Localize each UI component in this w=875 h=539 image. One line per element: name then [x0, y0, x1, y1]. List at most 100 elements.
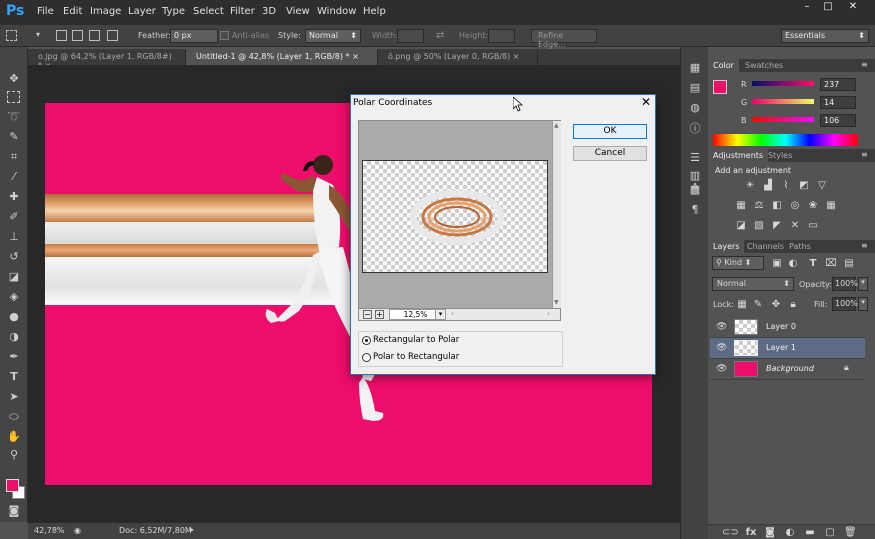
layer-kind-filter[interactable]: ⚲ Kind ⬍ — [712, 256, 764, 270]
rectangular-to-polar-radio[interactable] — [362, 336, 371, 345]
intersect-selection-icon[interactable] — [107, 30, 118, 41]
character-panel-icon[interactable]: A — [689, 182, 701, 194]
layer-mask-icon[interactable]: ◙ — [764, 527, 776, 539]
preview-vertical-scrollbar[interactable]: ▲ ▼ — [552, 121, 561, 308]
posterize-icon[interactable]: ▧ — [753, 220, 765, 232]
r-slider[interactable] — [752, 81, 814, 86]
menu-type[interactable]: Type — [162, 6, 185, 17]
threshold-icon[interactable]: ◤ — [771, 220, 783, 232]
zoom-tool-icon[interactable]: ⚲ — [5, 447, 23, 463]
close-icon[interactable]: ✕ — [638, 95, 654, 111]
invert-icon[interactable]: ◪ — [735, 220, 747, 232]
filter-pixel-icon[interactable]: ▣ — [771, 258, 783, 270]
chevron-down-icon[interactable]: ▾ — [435, 309, 446, 320]
new-layer-icon[interactable]: ▢ — [824, 527, 836, 539]
blend-mode-select[interactable]: Normal ⬍ — [712, 277, 794, 291]
foreground-color-swatch[interactable] — [6, 479, 19, 492]
info-panel-icon[interactable]: ⓘ — [689, 123, 701, 135]
delete-layer-icon[interactable]: 🗑︎ — [844, 527, 857, 539]
style-select[interactable]: Normal ⬍ — [305, 29, 361, 43]
fill-input[interactable]: 100% — [832, 297, 858, 311]
scroll-right-icon[interactable]: › — [547, 309, 550, 318]
tab-channels[interactable]: Channels — [742, 240, 789, 253]
levels-icon[interactable]: ▟ — [762, 180, 774, 192]
hand-tool-icon[interactable]: ✋ — [5, 429, 23, 445]
layer-style-icon[interactable]: fx — [745, 527, 757, 539]
filter-adjustment-icon[interactable]: ◐ — [787, 258, 799, 270]
tab-adjustments[interactable]: Adjustments — [708, 149, 769, 162]
width-input[interactable] — [397, 29, 424, 43]
color-fg-swatch[interactable] — [713, 80, 727, 94]
layer-name[interactable]: Layer 0 — [766, 322, 796, 331]
adjust-panel-icon[interactable]: ☰ — [689, 152, 701, 164]
menu-view[interactable]: View — [286, 6, 310, 17]
subtract-selection-icon[interactable] — [89, 30, 100, 41]
blur-tool-icon[interactable]: ● — [5, 309, 23, 325]
close-window-button[interactable]: ✕ — [843, 1, 863, 15]
feather-input[interactable]: 0 px — [170, 29, 218, 43]
chevron-down-icon[interactable]: ▾ — [36, 30, 40, 39]
close-tab-icon[interactable]: × — [352, 52, 359, 61]
close-tab-icon[interactable]: × — [513, 52, 520, 61]
filter-type-icon[interactable]: T — [807, 258, 819, 270]
gradient-map-icon[interactable]: ▭ — [807, 220, 819, 232]
status-menu-icon[interactable]: ▸ — [190, 525, 194, 534]
brightness-icon[interactable]: ☀ — [744, 180, 756, 192]
eyedropper-tool-icon[interactable]: ⁄ — [5, 169, 23, 185]
scroll-up-icon[interactable]: ▲ — [554, 122, 559, 129]
layer-row-layer-0[interactable]: 👁︎ Layer 0 — [710, 317, 865, 338]
lock-position-icon[interactable]: ✥ — [770, 299, 782, 311]
b-slider[interactable] — [752, 117, 814, 122]
tab-styles[interactable]: Styles — [763, 149, 797, 162]
layer-row-background[interactable]: 👁︎ Background 🔒︎ — [710, 359, 865, 380]
menu-filter[interactable]: Filter — [230, 6, 255, 17]
polar-to-rectangular-label[interactable]: Polar to Rectangular — [373, 352, 459, 362]
lock-transparency-icon[interactable]: ▦ — [736, 299, 748, 311]
menu-layer[interactable]: Layer — [128, 6, 156, 17]
filter-smart-icon[interactable]: ▤ — [843, 258, 855, 270]
vibrance-icon[interactable]: ▽ — [816, 180, 828, 192]
crop-tool-icon[interactable]: ⌗ — [5, 149, 23, 165]
swap-icon[interactable]: ⇄ — [436, 30, 444, 41]
navigator-icon[interactable]: ◍ — [689, 102, 701, 114]
menu-file[interactable]: File — [37, 6, 54, 17]
selective-color-icon[interactable]: ✕ — [789, 220, 801, 232]
tab-o-png[interactable]: ô.png @ 50% (Layer 0, RGB/8) × — [378, 49, 538, 65]
layer-name[interactable]: Layer 1 — [766, 343, 796, 352]
polar-to-rectangular-radio[interactable] — [362, 353, 371, 362]
tab-untitled-1[interactable]: Untitled-1 @ 42,8% (Layer 1, RGB/8) * × — [186, 49, 378, 65]
menu-window[interactable]: Window — [317, 6, 356, 17]
eye-icon[interactable]: 👁︎ — [716, 343, 727, 353]
new-adjustment-icon[interactable]: ◐ — [784, 527, 796, 539]
menu-image[interactable]: Image — [90, 6, 121, 17]
quick-mask-icon[interactable]: ◙ — [5, 503, 23, 519]
rectangular-to-polar-label[interactable]: Rectangular to Polar — [373, 335, 459, 345]
ok-button[interactable]: OK — [573, 124, 647, 139]
path-select-icon[interactable]: ➤ — [5, 389, 23, 405]
lock-all-icon[interactable]: 🔒︎ — [787, 299, 799, 311]
scroll-down-icon[interactable]: ▼ — [554, 299, 559, 306]
minimize-button[interactable]: – — [797, 1, 817, 15]
zoom-level[interactable]: 42,78% — [34, 526, 65, 535]
hue-saturation-icon[interactable]: ▦ — [735, 200, 747, 212]
info-icon[interactable]: ◉ — [74, 526, 81, 535]
chevron-down-icon[interactable]: ▾ — [858, 277, 868, 291]
panel-menu-icon[interactable]: ≡ — [861, 150, 868, 159]
menu-select[interactable]: Select — [193, 6, 224, 17]
dodge-tool-icon[interactable]: ◑ — [5, 329, 23, 345]
link-layers-icon[interactable]: ⊂⊃ — [722, 527, 739, 539]
lasso-tool-icon[interactable]: ➰ — [5, 109, 23, 125]
filter-preview[interactable]: ▲ ▼ — [358, 120, 561, 309]
marquee-tool-icon[interactable] — [7, 91, 20, 103]
brush-tool-icon[interactable]: ✐ — [5, 209, 23, 225]
g-value[interactable]: 14 — [820, 96, 856, 109]
stamp-tool-icon[interactable]: ⊥ — [5, 229, 23, 245]
new-selection-icon[interactable] — [56, 30, 67, 41]
lock-pixels-icon[interactable]: ✎ — [752, 299, 764, 311]
maximize-button[interactable]: □ — [818, 1, 838, 15]
layer-row-layer-1[interactable]: 👁︎ Layer 1 — [710, 338, 865, 359]
exposure-icon[interactable]: ◩ — [798, 180, 810, 192]
color-spectrum[interactable] — [713, 134, 858, 146]
black-white-icon[interactable]: ◧ — [771, 200, 783, 212]
zoom-out-button[interactable]: − — [363, 310, 372, 319]
